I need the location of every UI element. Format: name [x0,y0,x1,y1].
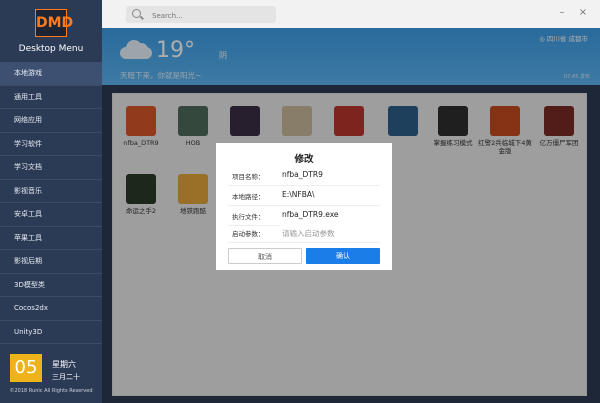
sidebar-item-unity3d[interactable]: Unity3D [0,321,102,344]
path-label: 本地路径： [232,193,265,201]
path-value[interactable]: E:\NFBA\ [282,190,315,199]
minimize-button[interactable]: – [555,6,569,20]
lunar-date-label: 三月二十 [52,373,80,381]
sidebar-item-cocos2dx[interactable]: Cocos2dx [0,297,102,321]
app-logo: DMD [35,9,73,37]
weekday-label: 星期六 [52,360,76,369]
app-title: Desktop Menu [18,44,84,54]
sidebar-item-local-games[interactable]: 本地游戏 [0,62,102,86]
date-day-badge: 05 [10,354,42,382]
search-icon [132,9,141,18]
sidebar-item-network-apps[interactable]: 网络应用 [0,109,102,133]
args-row: 启动参数： [228,223,380,243]
sidebar-item-apple-tools[interactable]: 苹果工具 [0,227,102,250]
exe-value[interactable]: nfba_DTR9.exe [282,210,339,219]
exe-label: 执行文件： [232,213,265,221]
edit-dialog: 修改 项目名称： nfba_DTR9 本地路径： E:\NFBA\ 执行文件： … [216,143,392,270]
search-box [126,6,276,23]
sidebar-item-android-tools[interactable]: 安卓工具 [0,203,102,227]
path-row: 本地路径： E:\NFBA\ [228,186,380,206]
sidebar-item-video-music[interactable]: 影视音乐 [0,180,102,203]
cancel-button[interactable]: 取消 [228,248,302,264]
sidebar-item-learning-software[interactable]: 学习软件 [0,133,102,156]
sidebar-item-general-tools[interactable]: 通用工具 [0,86,102,109]
args-label: 启动参数： [232,230,265,238]
top-bar: – × [102,0,600,28]
sidebar: DMD Desktop Menu 本地游戏 通用工具 网络应用 学习软件 学习文… [0,0,102,403]
sidebar-item-post-production[interactable]: 影视后期 [0,250,102,274]
dialog-title: 修改 [294,154,314,165]
confirm-button[interactable]: 确认 [306,248,380,264]
name-value[interactable]: nfba_DTR9 [282,170,323,179]
search-input[interactable] [150,8,274,23]
sidebar-item-learning-docs[interactable]: 学习文档 [0,156,102,180]
copyright-text: ©2018 Runic All Rights Reserved [9,388,93,394]
name-row: 项目名称： nfba_DTR9 [228,166,380,186]
close-button[interactable]: × [576,6,590,20]
name-label: 项目名称： [232,173,265,181]
args-input[interactable] [280,225,380,241]
sidebar-item-3d-models[interactable]: 3D模型类 [0,274,102,297]
sidebar-menu: 本地游戏 通用工具 网络应用 学习软件 学习文档 影视音乐 安卓工具 苹果工具 … [0,62,102,344]
